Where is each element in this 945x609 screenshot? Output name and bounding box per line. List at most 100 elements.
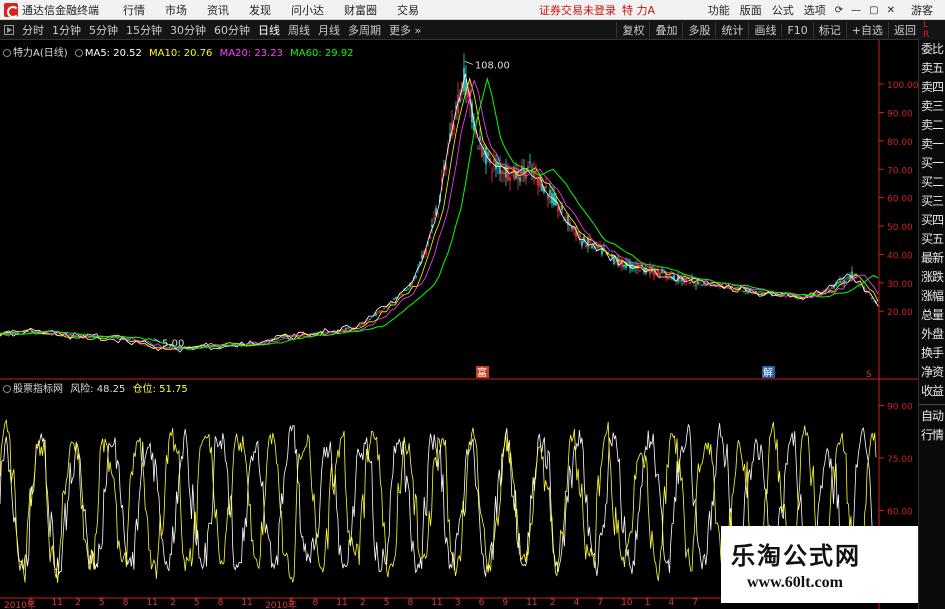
- candle-body: [401, 294, 403, 295]
- menu-shichang[interactable]: 市场: [155, 2, 197, 18]
- f10-button[interactable]: F10: [781, 23, 812, 37]
- ma5-label: MA5: 20.52: [84, 48, 142, 59]
- sidebar-item-11[interactable]: 最新: [919, 249, 945, 268]
- y-tick-label: 30.00: [887, 280, 913, 290]
- maximize-icon[interactable]: ▢: [865, 5, 882, 16]
- sidebar-corner-r: R: [923, 30, 930, 40]
- tab-15min[interactable]: 15分钟: [122, 22, 166, 38]
- x-tick-label: 11: [241, 598, 253, 608]
- chart-area[interactable]: 20.00 30.00 40.00 50.00 60.00 70.00 80.00 90.00…: [0, 40, 918, 609]
- menu-wenxiaoda[interactable]: 问小达: [281, 2, 334, 18]
- candle-body: [869, 294, 871, 296]
- huaxian-button[interactable]: 画线: [748, 22, 781, 38]
- sidebar-item-14[interactable]: 总量: [919, 306, 945, 325]
- candle-body: [663, 272, 665, 274]
- menu-faxian[interactable]: 发现: [239, 2, 281, 18]
- sidebar-item-17[interactable]: 净资: [919, 363, 945, 382]
- candle-body: [109, 337, 111, 339]
- menu-gongshi[interactable]: 公式: [767, 2, 799, 18]
- candle-body: [453, 124, 455, 130]
- y-tick-label: 60.00: [887, 195, 913, 205]
- sidebar-item-7[interactable]: 买二: [919, 173, 945, 192]
- y-tick-label: 40.00: [887, 251, 913, 261]
- y-tick-label: 60.00: [887, 508, 913, 518]
- sidebar-item-15[interactable]: 外盘: [919, 325, 945, 344]
- fuquan-button[interactable]: 复权: [616, 22, 649, 38]
- toolbar-right: 复权 叠加 多股 统计 画线 F10 标记 +自选 返回: [616, 20, 921, 40]
- candle-body: [585, 243, 587, 247]
- sidebar-item-8[interactable]: 买三: [919, 192, 945, 211]
- candle-body: [117, 338, 119, 340]
- menu-hangqing[interactable]: 行情: [113, 2, 155, 18]
- menu-gongneng[interactable]: 功能: [703, 2, 735, 18]
- sidebar-item-0[interactable]: 委比: [919, 40, 945, 59]
- candle-body: [785, 296, 787, 298]
- sidebar-item-6[interactable]: 买一: [919, 154, 945, 173]
- play-icon[interactable]: [4, 24, 14, 35]
- tab-more[interactable]: 更多 »: [385, 22, 425, 38]
- position-label: 仓位: 51.75: [132, 384, 188, 395]
- sidebar-item-13[interactable]: 涨幅: [919, 287, 945, 306]
- sidebar-bottom-item-1[interactable]: 行情: [919, 426, 945, 445]
- tab-1min[interactable]: 1分钟: [48, 22, 85, 38]
- back-button[interactable]: 返回: [888, 22, 921, 38]
- candle-body: [661, 270, 663, 274]
- ma20-label: MA20: 23.23: [219, 48, 283, 59]
- menu-caifuquan[interactable]: 财富圈: [334, 2, 387, 18]
- tab-weekly[interactable]: 周线: [284, 22, 314, 38]
- y-tick-label: 90.00: [887, 403, 913, 413]
- watermark-name: 乐淘公式网: [731, 541, 861, 570]
- y-tick-label: 50.00: [887, 223, 913, 233]
- event-marker: 富: [477, 366, 487, 379]
- candle-body: [345, 328, 347, 330]
- candle-body: [17, 332, 19, 333]
- sidebar-item-12[interactable]: 涨跌: [919, 268, 945, 287]
- candle-body: [689, 281, 691, 285]
- sidebar-item-5[interactable]: 卖一: [919, 135, 945, 154]
- sidebar-item-18[interactable]: 收益: [919, 382, 945, 401]
- kline-chart[interactable]: 20.00 30.00 40.00 50.00 60.00 70.00 80.00 90.00…: [0, 40, 918, 380]
- sidebar-item-2[interactable]: 卖四: [919, 78, 945, 97]
- sidebar-bottom-item-0[interactable]: 自动: [919, 407, 945, 426]
- sidebar-item-16[interactable]: 换手: [919, 344, 945, 363]
- sidebar-item-4[interactable]: 卖二: [919, 116, 945, 135]
- sidebar-item-10[interactable]: 买五: [919, 230, 945, 249]
- menu-xuanxiang[interactable]: 选项: [799, 2, 831, 18]
- minimize-icon[interactable]: —: [847, 5, 865, 16]
- candle-body: [759, 291, 761, 293]
- tab-multi-period[interactable]: 多周期: [344, 22, 385, 38]
- diejia-button[interactable]: 叠加: [649, 22, 682, 38]
- menu-banmian[interactable]: 版面: [735, 2, 767, 18]
- refresh-icon[interactable]: ⟳: [831, 5, 847, 16]
- biaoji-button[interactable]: 标记: [812, 22, 846, 38]
- tab-daily[interactable]: 日线: [254, 22, 284, 38]
- tab-monthly[interactable]: 月线: [314, 22, 344, 38]
- tab-60min[interactable]: 60分钟: [210, 22, 254, 38]
- x-tick-label: 2: [75, 598, 81, 608]
- candle-body: [395, 297, 397, 299]
- close-icon[interactable]: ✕: [883, 5, 899, 16]
- indicator-settings-icon[interactable]: [3, 385, 11, 393]
- ma10-label: MA10: 20.76: [149, 48, 213, 59]
- sidebar-item-1[interactable]: 卖五: [919, 59, 945, 78]
- tab-30min[interactable]: 30分钟: [166, 22, 210, 38]
- menu-zixun[interactable]: 资讯: [197, 2, 239, 18]
- tongji-button[interactable]: 统计: [715, 22, 748, 38]
- sidebar-item-3[interactable]: 卖三: [919, 97, 945, 116]
- sidebar-corner[interactable]: LR: [919, 20, 945, 40]
- guest-label[interactable]: 游客: [899, 2, 945, 18]
- tab-fenshi[interactable]: 分时: [18, 22, 48, 38]
- legend-toggle-icon[interactable]: [3, 49, 11, 57]
- menu-jiaoyi[interactable]: 交易: [387, 2, 429, 18]
- login-status[interactable]: 证券交易未登录: [539, 2, 616, 18]
- candle-body: [667, 277, 669, 280]
- sidebar-item-9[interactable]: 买四: [919, 211, 945, 230]
- legend-settings-icon[interactable]: [74, 49, 83, 57]
- tab-5min[interactable]: 5分钟: [85, 22, 122, 38]
- event-marker: S: [866, 370, 872, 380]
- high-pointer: [464, 60, 473, 65]
- candle-body: [113, 338, 115, 339]
- add-watchlist-button[interactable]: +自选: [845, 22, 888, 38]
- duogu-button[interactable]: 多股: [682, 22, 715, 38]
- candle-body: [369, 318, 371, 320]
